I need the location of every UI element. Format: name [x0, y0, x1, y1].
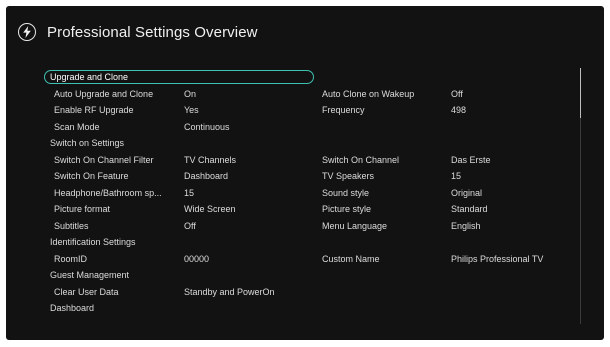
- settings-row[interactable]: Auto Upgrade and Clone On Auto Clone on Wa…: [44, 86, 574, 103]
- settings-row[interactable]: Subtitles Off Menu Language English: [44, 218, 574, 235]
- setting-name: RoomID: [54, 253, 88, 264]
- setting-value: Standby and PowerOn: [184, 286, 275, 297]
- setting-name: Switch On Feature: [54, 171, 129, 181]
- setting-name: Frequency: [322, 105, 365, 115]
- settings-row[interactable]: Headphone/Bathroom sp... 15 Sound style Ori…: [44, 185, 574, 202]
- section-header[interactable]: Switch on Settings: [44, 135, 574, 152]
- setting-value: Philips Professional TV: [451, 253, 544, 264]
- section-header[interactable]: Dashboard: [44, 300, 574, 317]
- settings-list: Upgrade and Clone Auto Upgrade and Clone O…: [44, 69, 574, 317]
- setting-value: 15: [184, 187, 195, 198]
- setting-value: Yes: [184, 105, 199, 115]
- setting-name: Custom Name: [322, 253, 380, 264]
- scrollbar-thumb[interactable]: [580, 68, 581, 118]
- settings-row[interactable]: Switch On Feature Dashboard TV Speakers 15: [44, 168, 574, 185]
- setting-name: Sound style: [322, 187, 370, 198]
- tv-screen: Professional Settings Overview Upgrade a…: [6, 6, 604, 340]
- setting-value: Original: [451, 187, 483, 198]
- setting-name: Headphone/Bathroom sp...: [54, 187, 162, 198]
- setting-value: TV Channels: [184, 154, 237, 165]
- section-header[interactable]: Guest Management: [44, 267, 574, 284]
- section-label: Upgrade and Clone: [50, 72, 129, 82]
- setting-value: Das Erste: [451, 154, 491, 165]
- setting-value: English: [451, 220, 481, 231]
- setting-value: 498: [451, 105, 467, 115]
- page-header: Professional Settings Overview: [18, 20, 258, 44]
- setting-name: Menu Language: [322, 220, 388, 231]
- section-header[interactable]: Identification Settings: [44, 234, 574, 251]
- section-label: Identification Settings: [50, 237, 136, 247]
- settings-row[interactable]: Picture format Wide Screen Picture style St…: [44, 201, 574, 218]
- setting-name: Enable RF Upgrade: [54, 105, 134, 115]
- setting-name: Auto Upgrade and Clone: [54, 88, 154, 99]
- settings-row[interactable]: Switch On Channel Filter TV Channels Switc…: [44, 152, 574, 169]
- setting-value: 00000: [184, 253, 210, 264]
- section-label: Switch on Settings: [50, 138, 125, 148]
- page-title: Professional Settings Overview: [47, 23, 258, 41]
- setting-name: Picture style: [322, 204, 372, 214]
- setting-name: TV Speakers: [322, 171, 375, 181]
- settings-row[interactable]: Enable RF Upgrade Yes Frequency 498: [44, 102, 574, 119]
- setting-value: Standard: [451, 204, 488, 214]
- section-header[interactable]: Upgrade and Clone: [44, 69, 574, 86]
- setting-value: Off: [451, 88, 463, 99]
- lightning-bolt-icon: [18, 23, 36, 41]
- setting-name: Switch On Channel Filter: [54, 154, 154, 165]
- settings-row[interactable]: Scan Mode Continuous: [44, 119, 574, 136]
- setting-name: Auto Clone on Wakeup: [322, 88, 415, 99]
- setting-value: On: [184, 88, 197, 99]
- section-label: Dashboard: [50, 303, 95, 313]
- setting-value: 15: [451, 171, 462, 181]
- setting-value: Dashboard: [184, 171, 229, 181]
- settings-row[interactable]: RoomID 00000 Custom Name Philips Profession…: [44, 251, 574, 268]
- setting-value: Wide Screen: [184, 204, 236, 214]
- section-label: Guest Management: [50, 270, 130, 280]
- setting-value: Continuous: [184, 121, 230, 132]
- setting-name: Picture format: [54, 204, 111, 214]
- settings-row[interactable]: Clear User Data Standby and PowerOn: [44, 284, 574, 301]
- setting-value: Off: [184, 220, 196, 231]
- lightning-bolt-glyph: [23, 26, 31, 38]
- setting-name: Scan Mode: [54, 121, 100, 132]
- setting-name: Clear User Data: [54, 286, 119, 297]
- setting-name: Subtitles: [54, 220, 89, 231]
- setting-name: Switch On Channel: [322, 154, 400, 165]
